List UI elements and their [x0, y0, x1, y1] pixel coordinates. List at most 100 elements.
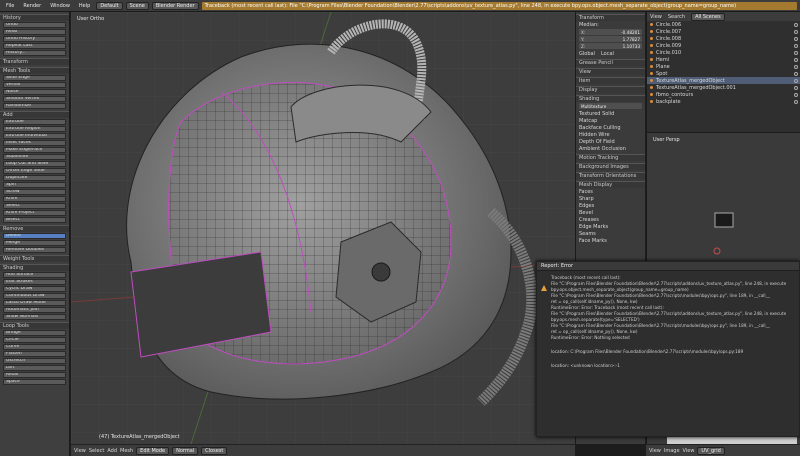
3d-viewport[interactable]: User Ortho (47) TextureAtlas_mergedObjec…	[71, 12, 575, 444]
add-menu[interactable]: Add	[107, 448, 117, 454]
noise-button[interactable]: Noise	[3, 89, 66, 95]
error-report-popup[interactable]: Report: Error Traceback (most recent cal…	[536, 261, 800, 437]
history-button[interactable]: History...	[3, 50, 66, 56]
option-depth-of-field[interactable]: Depth Of Field	[576, 138, 645, 145]
section-add[interactable]: Add	[0, 111, 69, 118]
eye-icon[interactable]	[794, 36, 798, 41]
multitexture-select[interactable]: Multitexture	[579, 103, 642, 109]
pivot-select[interactable]: Normal	[172, 446, 199, 455]
shading-header[interactable]: Shading	[576, 95, 645, 102]
image-view-menu[interactable]: View	[649, 448, 661, 454]
randomize-button[interactable]: Randomize	[3, 103, 66, 109]
curve-button[interactable]: Curve	[3, 344, 66, 350]
duplicate-button[interactable]: Duplicate	[3, 175, 66, 181]
scene-selector[interactable]: Scene	[125, 1, 149, 10]
outliner-item[interactable]: Circle.007	[647, 28, 800, 35]
uv-image-select[interactable]: UV_grid	[697, 446, 725, 455]
subdivide-button[interactable]: Subdivide	[3, 154, 66, 160]
layout-selector[interactable]: Default	[96, 1, 123, 10]
global-local-toggle[interactable]: Global Local	[576, 50, 645, 57]
section-remove[interactable]: Remove	[0, 225, 69, 232]
overlay-face-marks[interactable]: Face Marks	[576, 237, 645, 244]
knife-button[interactable]: Knife	[3, 196, 66, 202]
smooth-vertex-button[interactable]: Smooth Vertex	[3, 96, 66, 102]
outliner-view-button[interactable]: View	[650, 14, 662, 20]
select-menu[interactable]: Select	[89, 448, 104, 454]
median-x-field[interactable]: X: -0.48201	[579, 29, 642, 35]
section-mesh-tools[interactable]: Mesh Tools	[0, 67, 69, 74]
menu-render[interactable]: Render	[20, 3, 44, 9]
outliner-item[interactable]: Spot	[647, 70, 800, 77]
mesh-display-header[interactable]: Mesh Display	[576, 181, 645, 188]
outliner-item[interactable]: Circle.008	[647, 35, 800, 42]
make-edge-face-button[interactable]: Make Edge/Face	[3, 147, 66, 153]
eye-icon[interactable]	[794, 43, 798, 48]
overlay-faces[interactable]: Faces	[576, 188, 645, 195]
eye-icon[interactable]	[794, 57, 798, 62]
item-header[interactable]: Item	[576, 77, 645, 84]
screw-button[interactable]: Screw	[3, 189, 66, 195]
outliner-item[interactable]: Circle.010	[647, 49, 800, 56]
outliner-item[interactable]: Circle.006	[647, 21, 800, 28]
eye-icon[interactable]	[794, 50, 798, 55]
section-transform[interactable]: Transform	[0, 58, 69, 65]
merge-button[interactable]: Merge	[3, 240, 66, 246]
offset-edge-slide-button[interactable]: Offset Edge Slide	[3, 168, 66, 174]
menu-window[interactable]: Window	[47, 3, 73, 9]
motion-tracking-header[interactable]: Motion Tracking	[576, 154, 645, 161]
menu-file[interactable]: File	[3, 3, 17, 9]
outliner-item[interactable]: TextureAtlas_mergedObject	[647, 77, 800, 84]
snap-select[interactable]: Closest	[201, 446, 228, 455]
bridge-button[interactable]: Bridge	[3, 330, 66, 336]
section-history[interactable]: History	[0, 14, 69, 21]
outliner-item[interactable]: Hemi	[647, 56, 800, 63]
option-ambient-occlusion[interactable]: Ambient Occlusion	[576, 145, 645, 152]
outliner-item[interactable]: Plane	[647, 63, 800, 70]
transform-orientations-header[interactable]: Transform Orientations	[576, 172, 645, 179]
section-shading[interactable]: Shading	[0, 264, 69, 271]
repeat-last-button[interactable]: Repeat Last	[3, 43, 66, 49]
gstretch-button[interactable]: Gstretch	[3, 358, 66, 364]
extrude-button[interactable]: Extrude	[3, 119, 66, 125]
inset-faces-button[interactable]: Inset Faces	[3, 140, 66, 146]
mesh-menu[interactable]: Mesh	[120, 448, 133, 454]
edit-strokes-button[interactable]: Edit Strokes	[3, 279, 66, 285]
display-header[interactable]: Display	[576, 86, 645, 93]
outliner-item[interactable]: TextureAtlas_mergedObject.001	[647, 84, 800, 91]
engine-selector[interactable]: Blender Render	[151, 1, 199, 10]
automatic-join-checkbox[interactable]: Automatic Join	[3, 307, 66, 313]
overlay-edges[interactable]: Edges	[576, 202, 645, 209]
lasso-draw-checkbox[interactable]: Lasso Draw Mode	[3, 300, 66, 306]
undo-button[interactable]: Undo	[3, 22, 66, 28]
vertex-button[interactable]: Vertex	[3, 82, 66, 88]
section-weight-tools[interactable]: Weight Tools	[0, 255, 69, 262]
image-menu[interactable]: Image	[664, 448, 680, 454]
relax-button[interactable]: Relax	[3, 372, 66, 378]
slide-edge-button[interactable]: Slide Edge	[3, 75, 66, 81]
option-hidden-wire[interactable]: Hidden Wire	[576, 131, 645, 138]
show-normals-checkbox[interactable]: Show Normals	[3, 314, 66, 320]
outliner-item[interactable]: fbmo_contours	[647, 91, 800, 98]
spin-button[interactable]: Spin	[3, 182, 66, 188]
remove-doubles-button[interactable]: Remove Doubles	[3, 247, 66, 253]
global-button[interactable]: Global	[579, 51, 595, 57]
undo-history-button[interactable]: Undo History	[3, 36, 66, 42]
grease-pencil-header[interactable]: Grease Pencil	[576, 59, 645, 66]
option-matcap[interactable]: Matcap	[576, 117, 645, 124]
eye-icon[interactable]	[794, 71, 798, 76]
transform-header[interactable]: Transform	[576, 14, 645, 21]
scene-filter-select[interactable]: All Scenes	[691, 12, 725, 21]
extrude-individual-button[interactable]: Extrude Individual	[3, 133, 66, 139]
option-textured-solid[interactable]: Textured Solid	[576, 110, 645, 117]
mode-select[interactable]: Edit Mode	[136, 446, 170, 455]
add-surface-button[interactable]: Add Surface	[3, 272, 66, 278]
cyclic-draw-checkbox[interactable]: Cyclic Draw	[3, 286, 66, 292]
view-menu[interactable]: View	[74, 448, 86, 454]
redo-button[interactable]: Redo	[3, 29, 66, 35]
bisect-button[interactable]: Bisect	[3, 217, 66, 223]
knife-project-button[interactable]: Knife Project	[3, 210, 66, 216]
background-images-header[interactable]: Background Images	[576, 163, 645, 170]
delete-button[interactable]: Delete	[3, 233, 66, 239]
menu-help[interactable]: Help	[76, 3, 93, 9]
overlay-seams[interactable]: Seams	[576, 230, 645, 237]
